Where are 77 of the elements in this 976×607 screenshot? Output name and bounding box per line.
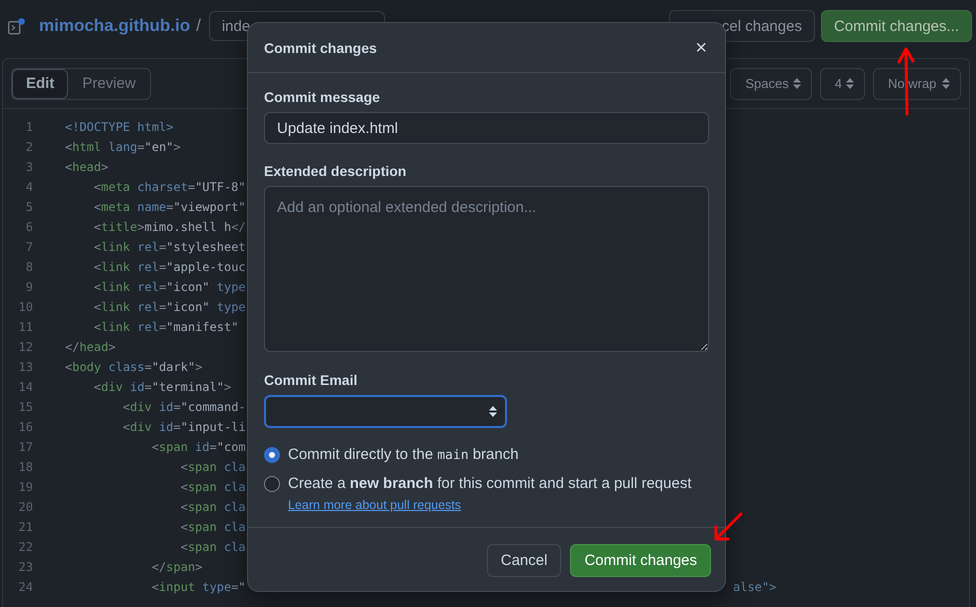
line-number: 4 (24, 180, 33, 194)
sort-caret-icon (489, 406, 497, 417)
line-number: 5 (24, 200, 33, 214)
learn-more-link[interactable]: Learn more about pull requests (288, 498, 692, 512)
code-line: alse"> (733, 580, 778, 594)
code-line: <span cla (180, 520, 246, 534)
line-number: 21 (18, 520, 33, 534)
field-label: Extended description (264, 163, 408, 179)
field-label: Commit message (264, 89, 381, 105)
path-separator: / (196, 16, 201, 36)
sort-caret-icon (942, 78, 950, 89)
code-line: <div id="terminal"> (92, 380, 232, 394)
code-line: <link rel="apple-touc (92, 260, 246, 274)
option-select[interactable]: No wrap (873, 68, 961, 100)
line-number: 11 (18, 320, 33, 334)
line-number: 18 (18, 460, 33, 474)
option-label: Commit directly to the main branch (288, 446, 519, 463)
code-line: <link rel="icon" type (92, 280, 246, 294)
line-number: 20 (18, 500, 33, 514)
line-number: 2 (24, 140, 33, 154)
code-line: <html lang="en"> (65, 140, 181, 154)
code-line: <meta name="viewport" (92, 200, 246, 214)
line-number: 14 (18, 380, 33, 394)
line-number: 15 (18, 400, 33, 414)
commit-button[interactable]: Commit changes (570, 544, 711, 577)
repo-link[interactable]: mimocha.github.io (39, 16, 190, 36)
line-number: 10 (18, 300, 33, 314)
line-number: 23 (18, 560, 33, 574)
field-label: Commit Email (264, 372, 358, 388)
radio-button[interactable] (264, 447, 280, 463)
line-number: 22 (18, 540, 33, 554)
code-line: <body class="dark"> (65, 360, 202, 374)
commit-changes-button[interactable]: Commit changes... (820, 10, 972, 42)
email-select[interactable] (264, 395, 507, 428)
line-number: 9 (24, 280, 33, 294)
code-line: <meta charset="UTF-8" (92, 180, 246, 194)
line-number: 6 (24, 220, 33, 234)
editor-tab[interactable]: Preview (68, 68, 150, 98)
code-line: <input type=" (150, 580, 246, 594)
code-line: <link rel="icon" type (92, 300, 246, 314)
option-select[interactable]: Spaces (730, 68, 812, 100)
option-select[interactable]: 4 (820, 68, 865, 100)
line-number: 13 (18, 360, 33, 374)
line-number: 1 (24, 120, 33, 134)
commit-message-field[interactable]: Update index.html (264, 112, 709, 144)
editor-tab[interactable]: Edit (12, 68, 68, 98)
code-line: <title>mimo.shell h</ (92, 220, 246, 234)
code-line: <!DOCTYPE html> (65, 120, 174, 134)
line-number: 7 (24, 240, 33, 254)
annotation-arrow (713, 512, 743, 542)
cancel-button[interactable]: Cancel (486, 544, 562, 577)
code-line: <div id="input-li (122, 420, 246, 434)
code-line: <span id="com (150, 440, 246, 454)
description-field[interactable]: Add an optional extended description... (264, 186, 709, 352)
radio-button[interactable] (264, 476, 280, 492)
line-number: 3 (24, 160, 33, 174)
code-line: <span cla (180, 500, 246, 514)
code-line: <head> (65, 160, 108, 174)
code-line: <span cla (180, 460, 246, 474)
sort-caret-icon (846, 78, 854, 89)
line-number: 24 (18, 580, 33, 594)
code-line: <link rel="manifest" (92, 320, 238, 334)
code-line: <span cla (180, 480, 246, 494)
line-number: 16 (18, 420, 33, 434)
code-line: </head> (65, 340, 116, 354)
code-line: </span> (150, 560, 202, 574)
code-line: <div id="command- (122, 400, 246, 414)
dialog-title: Commit changes (264, 40, 377, 56)
code-line: <span cla (180, 540, 246, 554)
line-number: 17 (18, 440, 33, 454)
file-icon[interactable] (8, 18, 25, 34)
line-number: 12 (18, 340, 33, 354)
sort-caret-icon (792, 78, 801, 89)
line-number: 19 (18, 480, 33, 494)
line-number: 8 (24, 260, 33, 274)
code-line: <link rel="stylesheet (92, 240, 246, 254)
option-label: Create a new branch for this commit and start a pull request (288, 475, 692, 492)
